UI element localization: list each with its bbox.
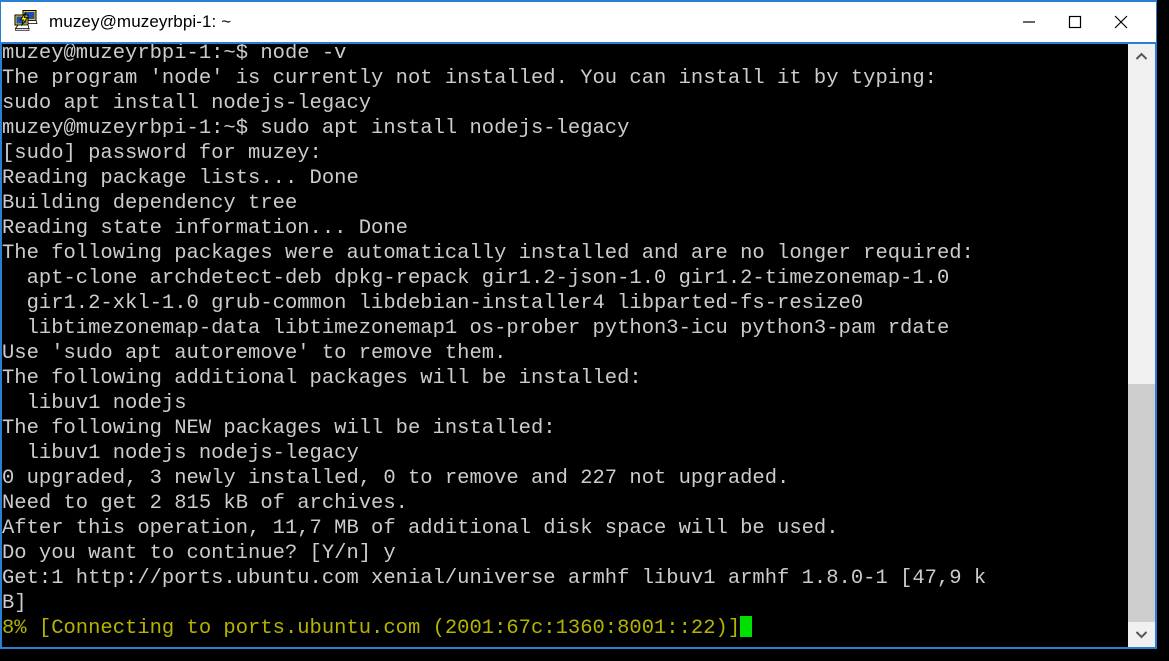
chevron-down-icon	[1135, 631, 1148, 639]
terminal-line: Use 'sudo apt autoremove' to remove them…	[2, 342, 507, 365]
text-cursor	[740, 616, 753, 637]
scrollbar-up-button[interactable]	[1128, 44, 1155, 69]
terminal-line: muzey@muzeyrbpi-1:~$ node -v	[2, 44, 347, 65]
terminal-line: The program 'node' is currently not inst…	[2, 67, 937, 90]
window-title: muzey@muzeyrbpi-1: ~	[49, 12, 232, 31]
terminal-line: Reading state information... Done	[2, 217, 408, 240]
maximize-icon	[1068, 15, 1082, 29]
terminal-scrollbar[interactable]	[1128, 44, 1155, 647]
terminal-line: muzey@muzeyrbpi-1:~$ sudo apt install no…	[2, 117, 630, 140]
minimize-icon	[1023, 21, 1035, 23]
close-button[interactable]	[1098, 2, 1144, 42]
terminal-line: Reading package lists... Done	[2, 167, 359, 190]
terminal-line: The following NEW packages will be insta…	[2, 417, 556, 440]
terminal-line: gir1.2-xkl-1.0 grub-common libdebian-ins…	[2, 292, 864, 315]
terminal-line: Need to get 2 815 kB of archives.	[2, 492, 408, 515]
chevron-up-icon	[1135, 52, 1148, 60]
terminal-line: [sudo] password for muzey:	[2, 142, 322, 165]
terminal-line: After this operation, 11,7 MB of additio…	[2, 517, 839, 540]
terminal-line: 0 upgraded, 3 newly installed, 0 to remo…	[2, 467, 790, 490]
terminal-line: B]	[2, 592, 27, 615]
terminal-line: The following packages were automaticall…	[2, 242, 974, 265]
terminal-line-list: muzey@muzeyrbpi-1:~$ node -v The program …	[2, 44, 986, 641]
terminal-line: 8% [Connecting to ports.ubuntu.com (2001…	[2, 616, 986, 641]
terminal-area: muzey@muzeyrbpi-1:~$ node -v The program …	[0, 42, 1157, 649]
terminal-line: Get:1 http://ports.ubuntu.com xenial/uni…	[2, 567, 987, 590]
terminal-line: The following additional packages will b…	[2, 367, 642, 390]
minimize-button[interactable]	[1006, 2, 1052, 42]
scrollbar-track[interactable]	[1128, 69, 1155, 622]
terminal-line: sudo apt install nodejs-legacy	[2, 92, 372, 115]
putty-terminal-icon	[13, 9, 39, 35]
close-icon	[1114, 15, 1128, 29]
terminal-line: libuv1 nodejs nodejs-legacy	[2, 442, 359, 465]
terminal-line: Do you want to continue? [Y/n] y	[2, 542, 396, 565]
title-bar[interactable]: muzey@muzeyrbpi-1: ~	[0, 0, 1157, 42]
terminal-output[interactable]: muzey@muzeyrbpi-1:~$ node -v The program …	[2, 44, 1128, 647]
terminal-line: Building dependency tree	[2, 192, 298, 215]
terminal-line: apt-clone archdetect-deb dpkg-repack gir…	[2, 267, 950, 290]
maximize-button[interactable]	[1052, 2, 1098, 42]
terminal-line: libuv1 nodejs	[2, 392, 187, 415]
terminal-line: libtimezonemap-data libtimezonemap1 os-p…	[2, 317, 950, 340]
scrollbar-down-button[interactable]	[1128, 622, 1155, 647]
scrollbar-thumb[interactable]	[1128, 384, 1155, 622]
putty-terminal-window: muzey@muzeyrbpi-1: ~ muzey@muzeyrbpi-1:~…	[0, 0, 1169, 661]
